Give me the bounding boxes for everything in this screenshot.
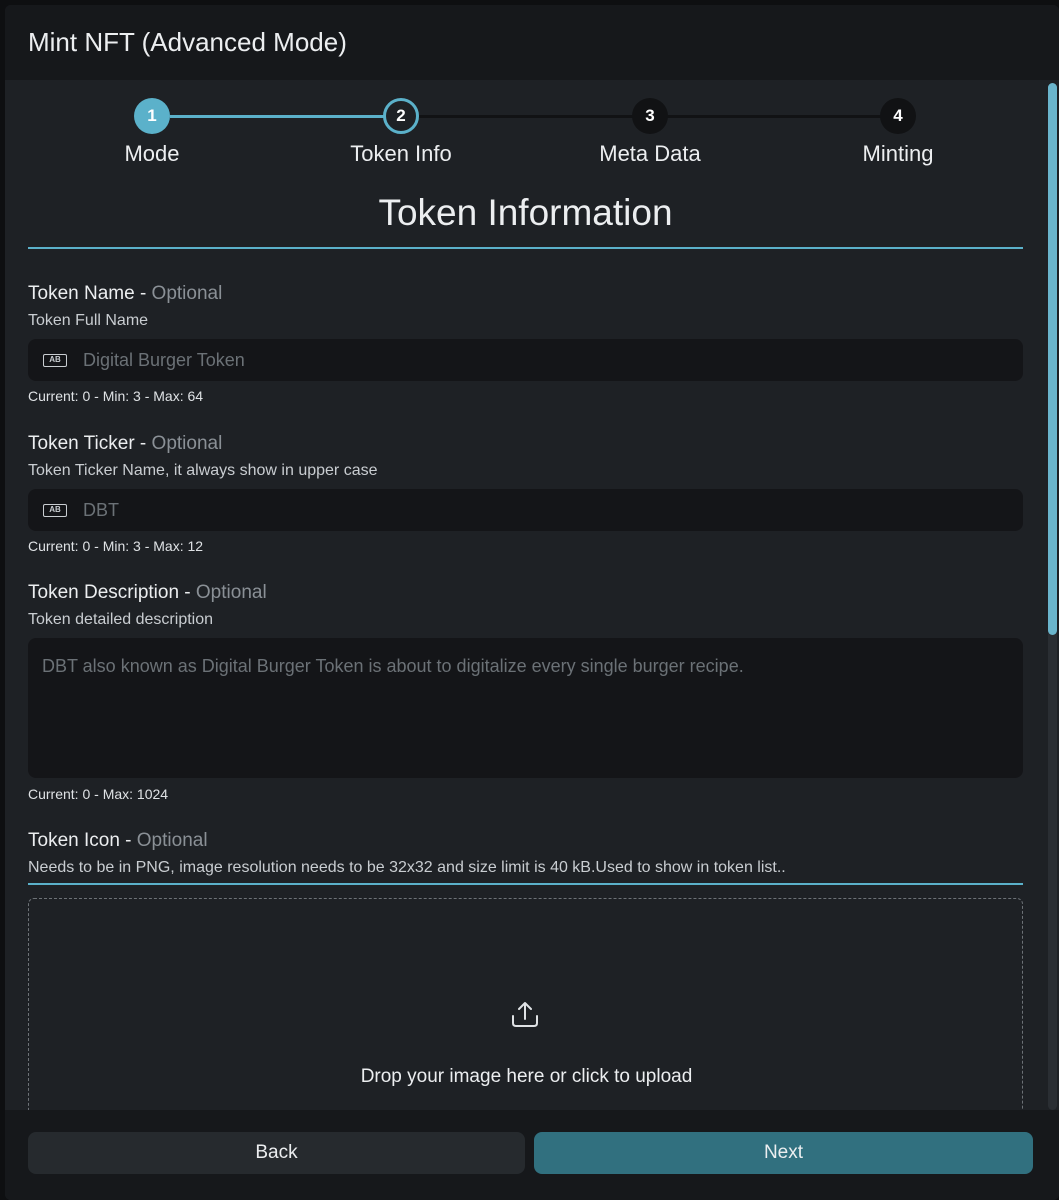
step-mode[interactable]: 1 Mode bbox=[72, 98, 232, 167]
modal-body: 1 Mode 2 Token Info 3 Meta Data 4 Mintin… bbox=[5, 80, 1059, 1110]
token-icon-optional: Optional bbox=[136, 830, 208, 851]
modal-title: Mint NFT (Advanced Mode) bbox=[28, 27, 347, 57]
token-name-count: Current: 0 - Min: 3 - Max: 64 bbox=[28, 388, 204, 404]
token-ticker-help: Token Ticker Name, it always show in upp… bbox=[28, 462, 378, 479]
token-description-count: Current: 0 - Max: 1024 bbox=[28, 786, 169, 802]
step-2-circle: 2 bbox=[383, 98, 419, 134]
section-divider bbox=[28, 247, 1023, 249]
section-title: Token Information bbox=[378, 192, 673, 233]
token-description-label-text: Token Description - bbox=[28, 582, 196, 603]
upload-icon bbox=[512, 1002, 538, 1027]
token-description-placeholder: DBT also known as Digital Burger Token i… bbox=[42, 656, 744, 676]
token-description-label: Token Description - Optional bbox=[28, 582, 267, 604]
step-4-label: Minting bbox=[862, 141, 934, 166]
next-button[interactable]: Next bbox=[534, 1132, 1033, 1174]
token-name-placeholder: Digital Burger Token bbox=[83, 349, 245, 370]
modal-header: Mint NFT (Advanced Mode) bbox=[5, 5, 1059, 80]
token-icon-label: Token Icon - Optional bbox=[28, 830, 208, 852]
token-ticker-placeholder: DBT bbox=[83, 499, 119, 520]
modal-footer: Back Next bbox=[5, 1110, 1059, 1200]
token-ticker-label: Token Ticker - Optional bbox=[28, 433, 222, 455]
ab-text-icon: AB bbox=[43, 353, 67, 367]
scrollbar-thumb[interactable] bbox=[1048, 83, 1057, 635]
token-name-label-text: Token Name - bbox=[28, 283, 152, 304]
back-button[interactable]: Back bbox=[28, 1132, 525, 1174]
token-name-help: Token Full Name bbox=[28, 312, 149, 329]
step-2-label: Token Info bbox=[350, 141, 452, 166]
step-1-circle: 1 bbox=[134, 98, 170, 134]
token-ticker-label-text: Token Ticker - bbox=[28, 433, 152, 454]
token-name-optional: Optional bbox=[151, 283, 223, 304]
token-description-help: Token detailed description bbox=[28, 611, 214, 628]
scrollbar[interactable] bbox=[1048, 83, 1057, 1110]
step-3-label: Meta Data bbox=[599, 141, 701, 166]
step-minting[interactable]: 4 Minting bbox=[818, 98, 978, 167]
step-meta-data[interactable]: 3 Meta Data bbox=[570, 98, 730, 167]
token-name-input[interactable]: AB Digital Burger Token bbox=[28, 339, 1023, 381]
step-token-info[interactable]: 2 Token Info bbox=[321, 98, 481, 167]
token-icon-divider bbox=[28, 883, 1023, 885]
token-ticker-count: Current: 0 - Min: 3 - Max: 12 bbox=[28, 538, 204, 554]
stepper: 1 Mode 2 Token Info 3 Meta Data 4 Mintin… bbox=[5, 80, 1059, 180]
token-description-optional: Optional bbox=[195, 582, 267, 603]
dropzone-text: Drop your image here or click to upload bbox=[360, 1066, 693, 1087]
token-name-label: Token Name - Optional bbox=[28, 283, 222, 305]
mint-nft-modal: Mint NFT (Advanced Mode) 1 Mode 2 Token … bbox=[5, 5, 1059, 1200]
token-description-textarea[interactable]: DBT also known as Digital Burger Token i… bbox=[28, 638, 1023, 778]
token-ticker-input[interactable]: AB DBT bbox=[28, 489, 1023, 531]
token-ticker-optional: Optional bbox=[151, 433, 223, 454]
token-icon-label-text: Token Icon - bbox=[28, 830, 137, 851]
ab-text-icon: AB bbox=[43, 503, 67, 517]
step-4-circle: 4 bbox=[880, 98, 916, 134]
step-1-label: Mode bbox=[124, 141, 180, 166]
token-icon-help: Needs to be in PNG, image resolution nee… bbox=[28, 859, 786, 876]
image-dropzone[interactable]: Drop your image here or click to upload bbox=[28, 898, 1023, 1110]
step-3-circle: 3 bbox=[632, 98, 668, 134]
